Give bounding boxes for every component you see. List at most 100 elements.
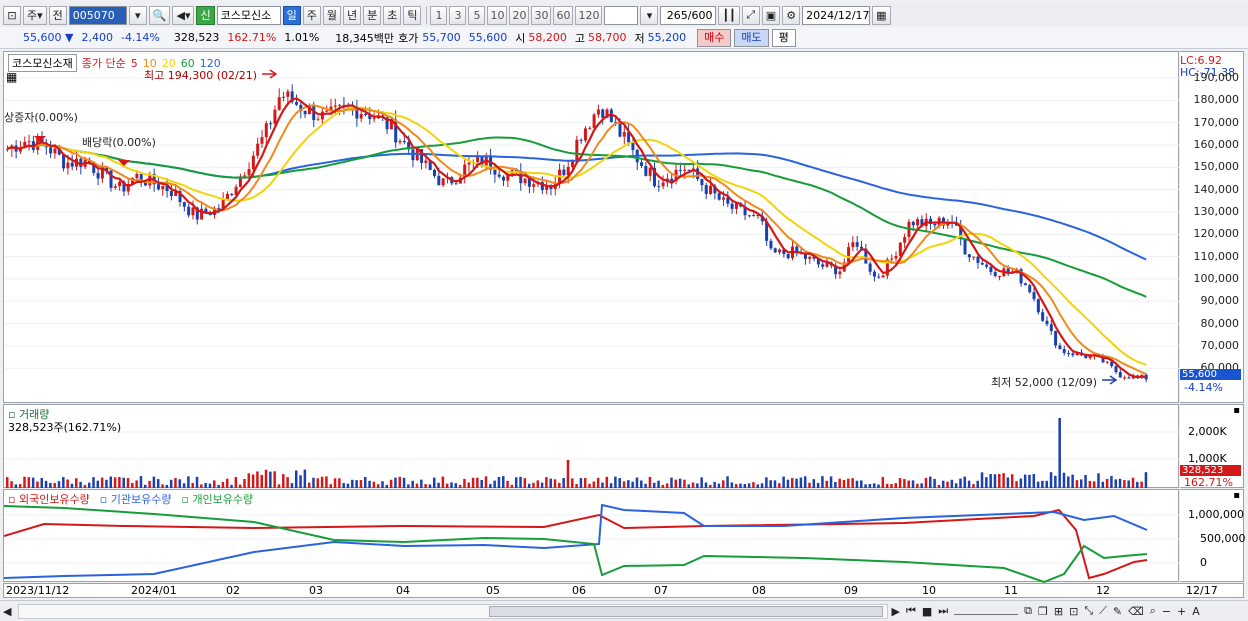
eval-button[interactable]: 평 — [771, 28, 796, 47]
trend-icon[interactable]: ⤡ — [1084, 604, 1093, 618]
interval-button-10[interactable]: 10 — [487, 5, 508, 25]
buy-button[interactable]: 매수 — [697, 28, 732, 47]
holdings-panel[interactable]: ▫ 외국인보유수량 ▫ 기관보유수량 ▫ 개인보유수량 — [3, 489, 1180, 583]
draw-line-icon[interactable]: ⟋ — [1099, 604, 1107, 618]
candle-body — [851, 242, 855, 248]
interval-button-60[interactable]: 60 — [553, 5, 574, 25]
search-icon[interactable]: 🔍 — [148, 5, 171, 25]
gear-icon[interactable]: ⚙ — [782, 5, 801, 25]
tab-period-5[interactable]: 초 — [383, 5, 402, 25]
stock-name-field[interactable]: 코스모신소 — [216, 5, 281, 25]
scroll-right-icon[interactable]: ▶ — [891, 605, 899, 618]
calendar-icon[interactable]: ▦ — [872, 5, 891, 25]
scroll-left-icon[interactable]: ◀ — [3, 605, 11, 618]
candle-body — [53, 148, 57, 154]
interval-button-5[interactable]: 5 — [468, 5, 486, 25]
date-field[interactable]: 2024/12/17 — [802, 5, 871, 25]
count-field[interactable]: 265/600 — [660, 5, 717, 25]
volume-bar — [739, 483, 742, 488]
forward-icon[interactable]: ⏭ — [938, 604, 948, 618]
tab-period-1[interactable]: 주 — [302, 5, 321, 25]
volume-bar — [260, 474, 263, 488]
bid-price: 55,600 — [468, 31, 508, 44]
custom-interval-input[interactable] — [604, 5, 639, 25]
window-icon[interactable]: ⧉ — [1024, 604, 1032, 618]
delete-icon[interactable]: ⌫ — [1128, 605, 1144, 618]
candle-body — [467, 162, 471, 165]
interval-button-120[interactable]: 120 — [575, 5, 603, 25]
candle-body — [286, 91, 290, 97]
interval-button-1[interactable]: 1 — [430, 5, 448, 25]
candle-body — [303, 110, 307, 115]
new-button[interactable]: 신 — [196, 5, 215, 25]
interval-button-30[interactable]: 30 — [531, 5, 552, 25]
volume-bar — [135, 480, 138, 488]
stock-code-input[interactable]: 005070 — [68, 5, 127, 25]
candle-body — [320, 111, 324, 120]
candle-body — [881, 275, 885, 278]
holdings-close-icon[interactable]: ▪ — [1233, 490, 1240, 501]
chart-scrollbar[interactable] — [18, 603, 889, 619]
interval-button-20[interactable]: 20 — [509, 5, 530, 25]
volume-bar — [532, 482, 535, 488]
candle-body — [113, 186, 117, 188]
indicator-icon[interactable]: ⊡ — [1069, 605, 1078, 618]
draw-icon[interactable]: ⤢ — [741, 5, 760, 25]
stop-icon[interactable]: ■ — [922, 605, 932, 618]
x-label: 12 — [1096, 584, 1110, 597]
main-toolbar: ⊡ 주 ▾ 전 005070 ▾ 🔍 ◀▾ 신 코스모신소 일주월년분초틱 135… — [0, 3, 1248, 28]
volume-bar — [881, 477, 885, 488]
window-icon[interactable]: ⊡ — [3, 5, 21, 25]
price-chart-panel[interactable]: 코스모신소재 종가 단순 5 10 20 60 120 ▦ 최고 194,300 (02… — [3, 51, 1180, 403]
tab-period-3[interactable]: 년 — [342, 5, 362, 25]
zoom-slider[interactable] — [954, 607, 1019, 615]
volume-ratio: 162.71% — [227, 31, 277, 44]
tab-period-2[interactable]: 월 — [322, 5, 341, 25]
volume-bar — [139, 476, 143, 488]
volume-bar — [661, 484, 665, 488]
volume-bar — [10, 481, 13, 488]
volume-bar — [221, 481, 225, 488]
zoom-icon[interactable]: ⌕ — [1150, 604, 1156, 618]
interval-button-3[interactable]: 3 — [449, 5, 467, 25]
grid-icon[interactable]: ▦ — [6, 70, 17, 84]
holdings-axis[interactable]: ▪ 1,000,000 500,000 0 — [1180, 489, 1246, 582]
tab-period-4[interactable]: 분 — [363, 5, 382, 25]
sell-button[interactable]: 매도 — [734, 28, 769, 47]
rewind-icon[interactable]: ⏮ — [906, 604, 916, 618]
font-icon[interactable]: A — [1192, 605, 1200, 618]
scroll-thumb[interactable] — [489, 605, 884, 617]
volume-bar — [1002, 473, 1005, 488]
volume-panel[interactable]: ▫ 거래량 328,523주(162.71%) — [3, 404, 1180, 488]
speaker-icon[interactable]: ◀▾ — [172, 5, 195, 25]
candle-icon[interactable]: ┃┃ — [718, 5, 740, 25]
custom-interval-dropdown-icon[interactable]: ▾ — [640, 5, 659, 25]
volume-tag: 328,523 — [1180, 465, 1241, 476]
volume-bar — [1131, 477, 1135, 488]
prev-button[interactable]: 전 — [48, 5, 67, 25]
pen-icon[interactable]: ✎ — [1113, 605, 1122, 618]
period-select[interactable]: 주 ▾ — [23, 5, 47, 25]
price-axis[interactable]: LC:6.92 HC:-71.38 190,000 180,000 170,000 1… — [1180, 51, 1244, 403]
candle-body — [855, 242, 859, 247]
volume-bar — [1114, 479, 1117, 488]
volume-bar — [769, 480, 772, 488]
candle-body — [1123, 377, 1127, 379]
copy-icon[interactable]: ❐ — [1038, 605, 1048, 618]
volume-bar — [911, 480, 915, 488]
plus-icon[interactable]: + — [1177, 605, 1186, 618]
candle-body — [1067, 352, 1071, 354]
volume-close-icon[interactable]: ▪ — [1233, 405, 1240, 416]
volume-axis[interactable]: ▪ 2,000K 1,000K 328,523 162.71% — [1180, 404, 1244, 489]
candle-body — [441, 178, 445, 186]
dropdown-icon[interactable]: ▾ — [128, 5, 147, 25]
volume-bar — [264, 469, 268, 488]
tab-period-0[interactable]: 일 — [282, 5, 301, 25]
minus-icon[interactable]: − — [1162, 605, 1171, 618]
volume-bar — [489, 484, 492, 488]
tab-period-6[interactable]: 틱 — [403, 5, 422, 25]
tile-icon[interactable]: ⊞ — [1054, 605, 1063, 618]
volume-bar — [1006, 477, 1010, 488]
volume-bar — [1015, 481, 1018, 488]
save-icon[interactable]: ▣ — [761, 5, 781, 25]
